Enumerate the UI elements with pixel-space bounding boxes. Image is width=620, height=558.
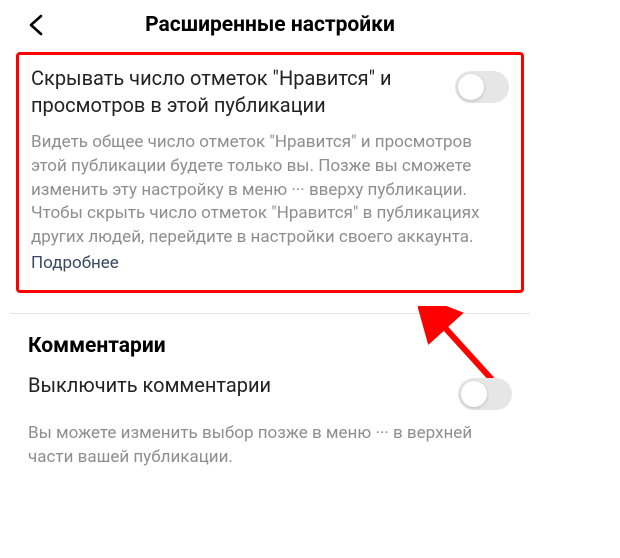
back-button[interactable] [24, 12, 50, 38]
hide-likes-row: Скрывать число отметок "Нравится" и прос… [31, 65, 509, 119]
page-title: Расширенные настройки [10, 13, 530, 37]
hide-likes-label: Скрывать число отметок "Нравится" и прос… [31, 65, 443, 119]
divider [10, 313, 530, 314]
comments-heading: Комментарии [10, 334, 530, 358]
disable-comments-toggle[interactable] [458, 378, 512, 410]
hide-likes-description: Видеть общее число отметок "Нравится" и … [31, 131, 509, 250]
hide-likes-toggle[interactable] [455, 71, 509, 103]
learn-more-link[interactable]: Подробнее [31, 252, 119, 276]
disable-comments-label: Выключить комментарии [28, 372, 446, 399]
disable-comments-row: Выключить комментарии [28, 372, 512, 410]
comments-section: Выключить комментарии Вы можете изменить… [10, 372, 530, 488]
disable-comments-description: Вы можете изменить выбор позже в меню ··… [28, 422, 512, 470]
chevron-left-icon [28, 14, 46, 36]
settings-screen: Расширенные настройки Скрывать число отм… [10, 0, 530, 487]
header: Расширенные настройки [10, 0, 530, 52]
highlight-annotation: Скрывать число отметок "Нравится" и прос… [16, 52, 524, 293]
